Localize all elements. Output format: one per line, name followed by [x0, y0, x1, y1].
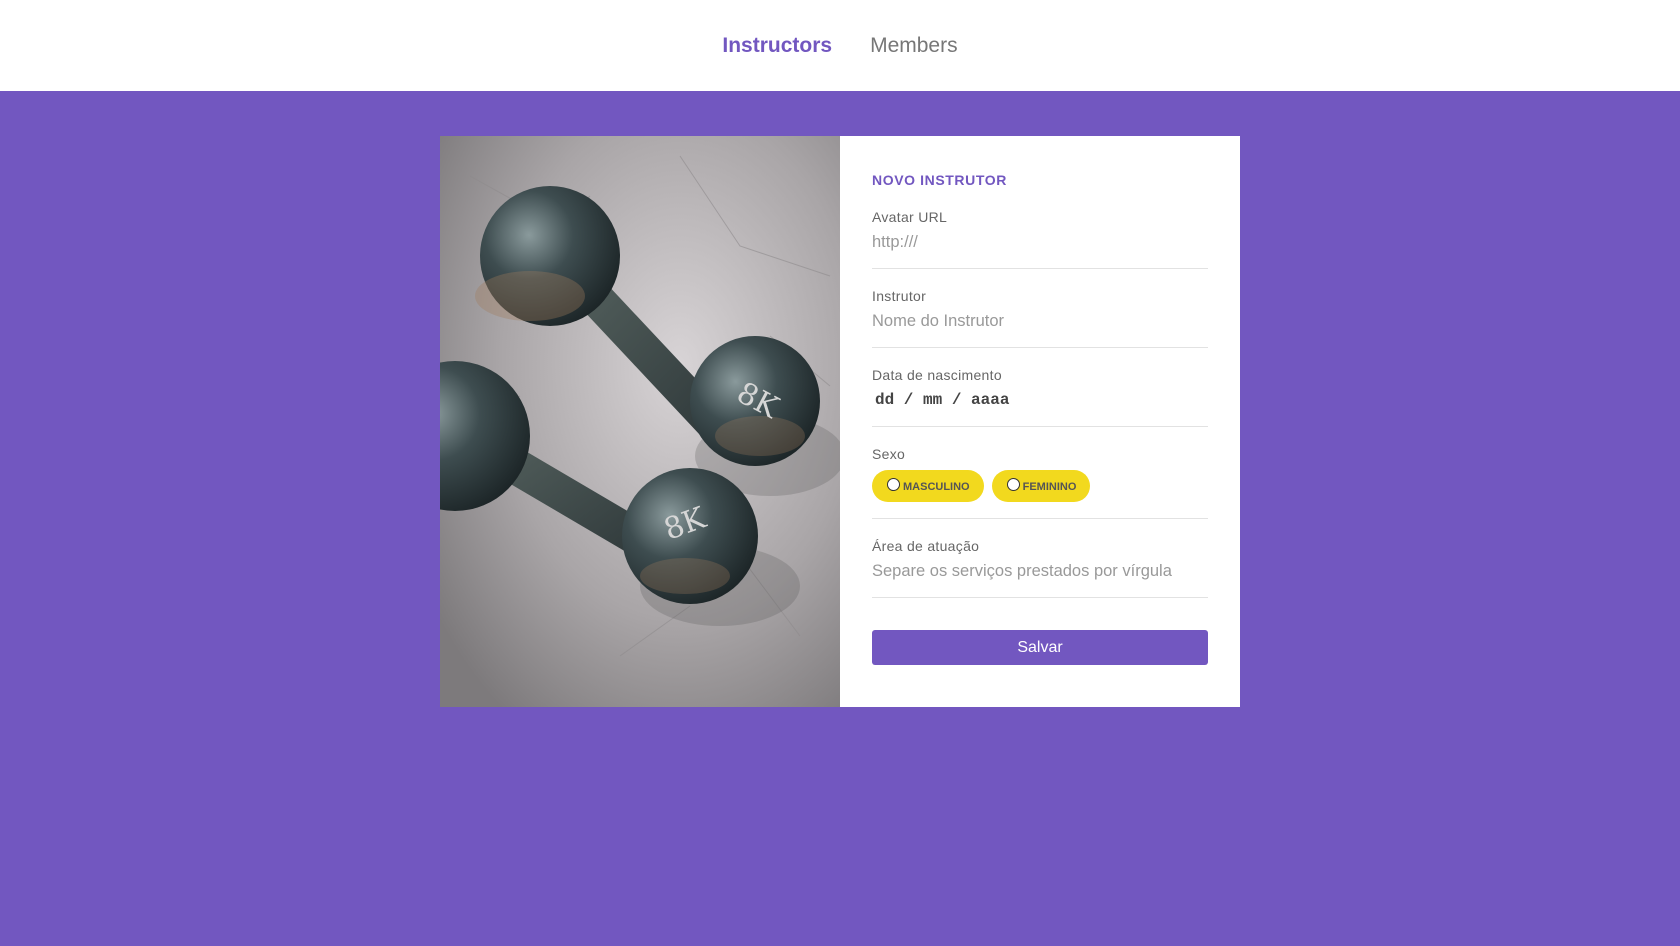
services-label: Área de atuação	[872, 538, 980, 554]
gender-option-feminino[interactable]: FEMININO	[991, 470, 1091, 502]
gender-option-label: MASCULINO	[903, 481, 970, 493]
instructor-field: Instrutor	[872, 288, 1208, 348]
services-input[interactable]	[872, 560, 1208, 582]
nav-link-members[interactable]: Members	[870, 34, 958, 58]
birth-date-input[interactable]: dd / mm / aaaa	[872, 389, 1208, 411]
instructor-name-input[interactable]	[872, 310, 1208, 332]
instructor-label: Instrutor	[872, 288, 927, 304]
dumbbells-image: 8K 8K	[440, 136, 840, 707]
gender-radio-group: MASCULINO FEMININO	[872, 470, 1208, 502]
gender-option-label: FEMININO	[1022, 481, 1077, 493]
birth-date-label: Data de nascimento	[872, 367, 1002, 383]
radio-feminino[interactable]	[1006, 478, 1020, 491]
gender-option-masculino[interactable]: MASCULINO	[872, 470, 984, 502]
instructor-card: 8K 8K NOVO INSTRUTOR Avatar URL Instruto…	[440, 136, 1240, 707]
radio-masculino[interactable]	[887, 478, 900, 491]
avatar-url-label: Avatar URL	[872, 209, 948, 225]
birth-date-field: Data de nascimento dd / mm / aaaa	[872, 367, 1208, 427]
avatar-url-field: Avatar URL	[872, 209, 1208, 269]
nav-link-instructors[interactable]: Instructors	[722, 34, 832, 58]
save-button[interactable]: Salvar	[872, 630, 1208, 665]
gender-label: Sexo	[872, 446, 906, 462]
services-field: Área de atuação	[872, 538, 1208, 598]
avatar-url-input[interactable]	[872, 231, 1208, 253]
dumbbells-photo: 8K 8K	[440, 136, 840, 707]
form-title: NOVO INSTRUTOR	[872, 172, 1007, 188]
new-instructor-form: NOVO INSTRUTOR Avatar URL Instrutor Data…	[840, 136, 1240, 707]
top-navigation: Instructors Members	[0, 0, 1680, 91]
gender-field: Sexo MASCULINO FEMININO	[872, 446, 1208, 519]
